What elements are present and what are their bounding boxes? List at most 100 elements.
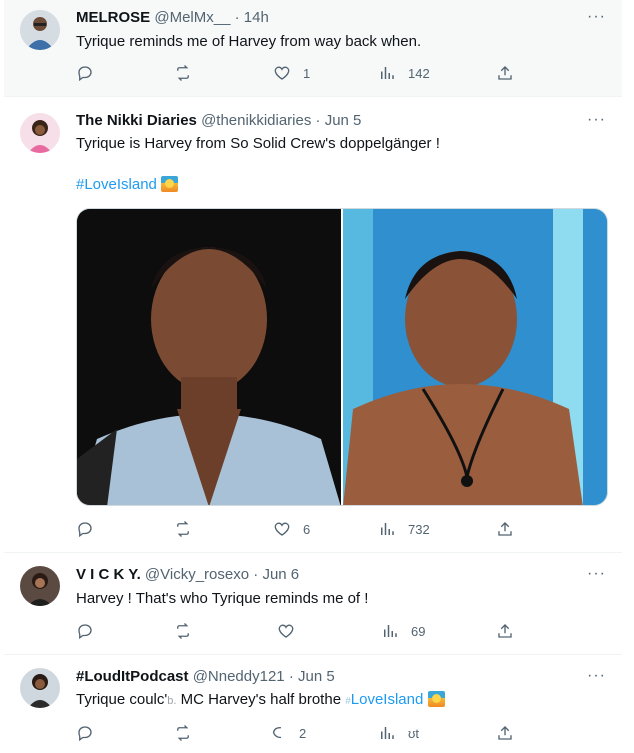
- views-button[interactable]: 732: [378, 520, 430, 538]
- share-button[interactable]: [496, 64, 514, 82]
- avatar[interactable]: [20, 668, 60, 708]
- share-button[interactable]: [496, 520, 514, 538]
- reply-icon: [78, 726, 92, 742]
- tweet[interactable]: #LoudItPodcast @Nneddy121 · Jun 5 ··· Ty…: [4, 655, 622, 753]
- avatar-image: [20, 10, 60, 50]
- like-button[interactable]: [277, 622, 295, 640]
- like-icon: [272, 726, 282, 739]
- tweet-actions: 2 ʊt: [76, 724, 516, 744]
- timestamp[interactable]: Jun 5: [325, 112, 362, 129]
- view-count: 732: [408, 521, 430, 537]
- avatar-image: [20, 113, 60, 153]
- tweet-text: Harvey ! That's who Tyrique reminds me o…: [76, 590, 369, 607]
- user-handle[interactable]: @thenikkidiaries: [201, 112, 311, 129]
- retweet-icon: [177, 725, 189, 741]
- reply-button[interactable]: [76, 724, 94, 742]
- tweet[interactable]: V I C K Y. @Vicky_rosexo · Jun 6 ··· Har…: [4, 553, 622, 655]
- more-icon[interactable]: ···: [587, 565, 606, 583]
- views-icon: [384, 625, 397, 637]
- more-icon[interactable]: ···: [587, 8, 606, 26]
- tweet-text: Tyrique coulc'b. MC Harvey's half brothe…: [76, 690, 445, 712]
- like-button[interactable]: 6: [273, 520, 310, 538]
- reply-icon: [78, 66, 92, 82]
- separator-dot: ·: [288, 668, 294, 685]
- timestamp[interactable]: Jun 6: [262, 566, 299, 583]
- user-handle[interactable]: @Nneddy121: [193, 668, 285, 685]
- views-icon: [381, 67, 394, 79]
- love-island-emoji-icon: [427, 691, 445, 707]
- tweet[interactable]: The Nikki Diaries @thenikkidiaries · Jun…: [4, 97, 622, 553]
- tweet-actions: 6 732: [76, 520, 516, 540]
- photo-left-image: [77, 209, 341, 505]
- user-handle[interactable]: @Vicky_rosexo: [145, 566, 249, 583]
- retweet-button[interactable]: [174, 622, 192, 640]
- tweet-text-part: MC Harvey's half brothe: [180, 691, 342, 708]
- separator-dot: ·: [234, 9, 240, 26]
- separator-dot: ·: [315, 112, 321, 129]
- reply-icon: [78, 624, 92, 640]
- like-count: 2: [299, 725, 307, 741]
- reply-button[interactable]: [76, 64, 94, 82]
- view-count: 69: [411, 623, 426, 639]
- timestamp[interactable]: Jun 5: [298, 668, 335, 685]
- like-button[interactable]: 2: [269, 724, 306, 742]
- display-name[interactable]: #LoudItPodcast: [76, 668, 189, 685]
- like-icon: [274, 66, 290, 80]
- share-button[interactable]: [496, 724, 514, 742]
- share-icon: [498, 522, 512, 536]
- tweet-media[interactable]: [76, 208, 608, 506]
- tweet-header: V I C K Y. @Vicky_rosexo · Jun 6: [76, 566, 299, 583]
- retweet-button[interactable]: [174, 64, 192, 82]
- tweet-header: #LoudItPodcast @Nneddy121 · Jun 5: [76, 668, 335, 685]
- share-icon: [498, 624, 512, 638]
- avatar[interactable]: [20, 113, 60, 153]
- more-icon[interactable]: ···: [587, 111, 606, 129]
- display-name[interactable]: The Nikki Diaries: [76, 112, 197, 129]
- tweet-header: The Nikki Diaries @thenikkidiaries · Jun…: [76, 112, 361, 129]
- like-button[interactable]: 1: [273, 64, 310, 82]
- view-count: 142: [408, 65, 430, 81]
- hashtag-line: #LoveIsland: [76, 175, 179, 195]
- views-button[interactable]: ʊt: [378, 724, 419, 742]
- retweet-button[interactable]: [174, 724, 192, 742]
- reply-button[interactable]: [76, 520, 94, 538]
- separator-dot: ·: [253, 566, 259, 583]
- timestamp[interactable]: 14h: [244, 9, 269, 26]
- avatar[interactable]: [20, 566, 60, 606]
- tweet-actions: 69: [76, 622, 516, 642]
- user-handle[interactable]: @MelMx__: [154, 9, 230, 26]
- photo-right[interactable]: [343, 209, 607, 505]
- share-icon: [498, 726, 512, 740]
- more-icon[interactable]: ···: [587, 667, 606, 685]
- share-icon: [498, 66, 512, 80]
- share-button[interactable]: [496, 622, 514, 640]
- tweet[interactable]: MELROSE @MelMx__ · 14h ··· Tyrique remin…: [4, 0, 622, 97]
- tweet-actions: 1 142: [76, 64, 516, 84]
- display-name[interactable]: MELROSE: [76, 9, 150, 26]
- retweet-icon: [177, 623, 189, 639]
- like-count: 6: [303, 521, 311, 537]
- like-icon: [274, 522, 290, 536]
- tweet-text-part: Tyrique coulc': [76, 691, 168, 708]
- avatar-image: [20, 668, 60, 708]
- display-name[interactable]: V I C K Y.: [76, 566, 141, 583]
- avatar-image: [20, 566, 60, 606]
- hashtag-link[interactable]: LoveIsland: [351, 691, 424, 708]
- views-button[interactable]: 69: [381, 622, 425, 640]
- avatar[interactable]: [20, 10, 60, 50]
- tweet-text: Tyrique reminds me of Harvey from way ba…: [76, 33, 422, 50]
- views-button[interactable]: 142: [378, 64, 430, 82]
- tweet-text: Tyrique is Harvey from So Solid Crew's d…: [76, 135, 440, 152]
- views-icon: [381, 727, 394, 739]
- hashtag-link[interactable]: #LoveIsland: [76, 176, 157, 193]
- photo-left[interactable]: [77, 209, 341, 505]
- tweet-text-obscured: b.: [167, 695, 177, 707]
- reply-button[interactable]: [76, 622, 94, 640]
- retweet-icon: [177, 65, 189, 81]
- tweet-header: MELROSE @MelMx__ · 14h: [76, 9, 269, 26]
- like-icon: [278, 624, 294, 638]
- like-count: 1: [303, 65, 311, 81]
- retweet-button[interactable]: [174, 520, 192, 538]
- love-island-emoji-icon: [161, 176, 179, 192]
- reply-icon: [78, 522, 92, 538]
